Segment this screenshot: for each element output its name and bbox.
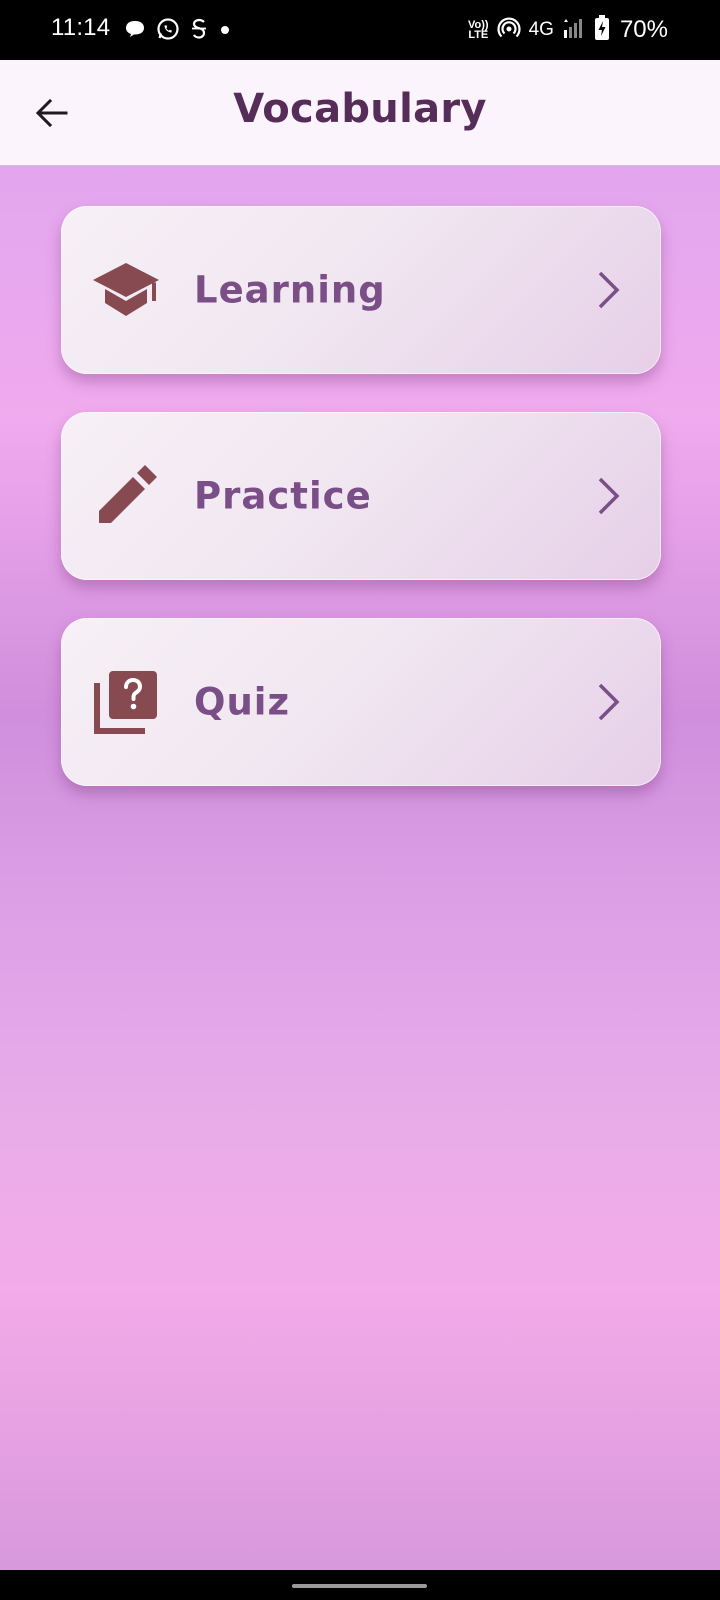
main-content: Learning Practice Quiz	[0, 166, 720, 1570]
quiz-card[interactable]: Quiz	[61, 618, 661, 786]
page-title: Vocabulary	[233, 86, 487, 132]
signal-icon	[562, 16, 586, 44]
chevron-right-icon	[591, 680, 627, 724]
graduation-cap-icon	[91, 255, 161, 325]
status-time: 11:14	[51, 14, 111, 41]
chevron-right-icon	[591, 474, 627, 518]
practice-card[interactable]: Practice	[61, 412, 661, 580]
notification-icons	[124, 17, 232, 45]
navigation-bar	[0, 1570, 720, 1600]
pencil-icon	[91, 461, 161, 531]
battery-percent: 70%	[619, 16, 668, 43]
home-gesture-handle[interactable]	[292, 1584, 427, 1588]
status-indicators: Vo)) LTE 4G 70%	[468, 14, 668, 46]
app-s-icon	[190, 17, 208, 45]
chat-bubble-icon	[124, 19, 146, 43]
battery-icon	[594, 15, 610, 45]
learning-label: Learning	[194, 268, 386, 312]
app-bar: Vocabulary	[0, 60, 720, 166]
volte-label-bottom: LTE	[468, 29, 489, 41]
chevron-right-icon	[591, 268, 627, 312]
quiz-stack-icon	[91, 667, 161, 737]
hotspot-icon	[497, 16, 521, 44]
practice-label: Practice	[194, 474, 372, 518]
dot-icon	[218, 22, 232, 41]
whatsapp-icon	[156, 17, 180, 45]
learning-card[interactable]: Learning	[61, 206, 661, 374]
network-type: 4G	[528, 19, 554, 40]
status-bar: 11:14 Vo)) LTE 4G 70%	[0, 0, 720, 60]
volte-indicator: Vo)) LTE	[468, 20, 489, 41]
quiz-label: Quiz	[194, 680, 291, 724]
